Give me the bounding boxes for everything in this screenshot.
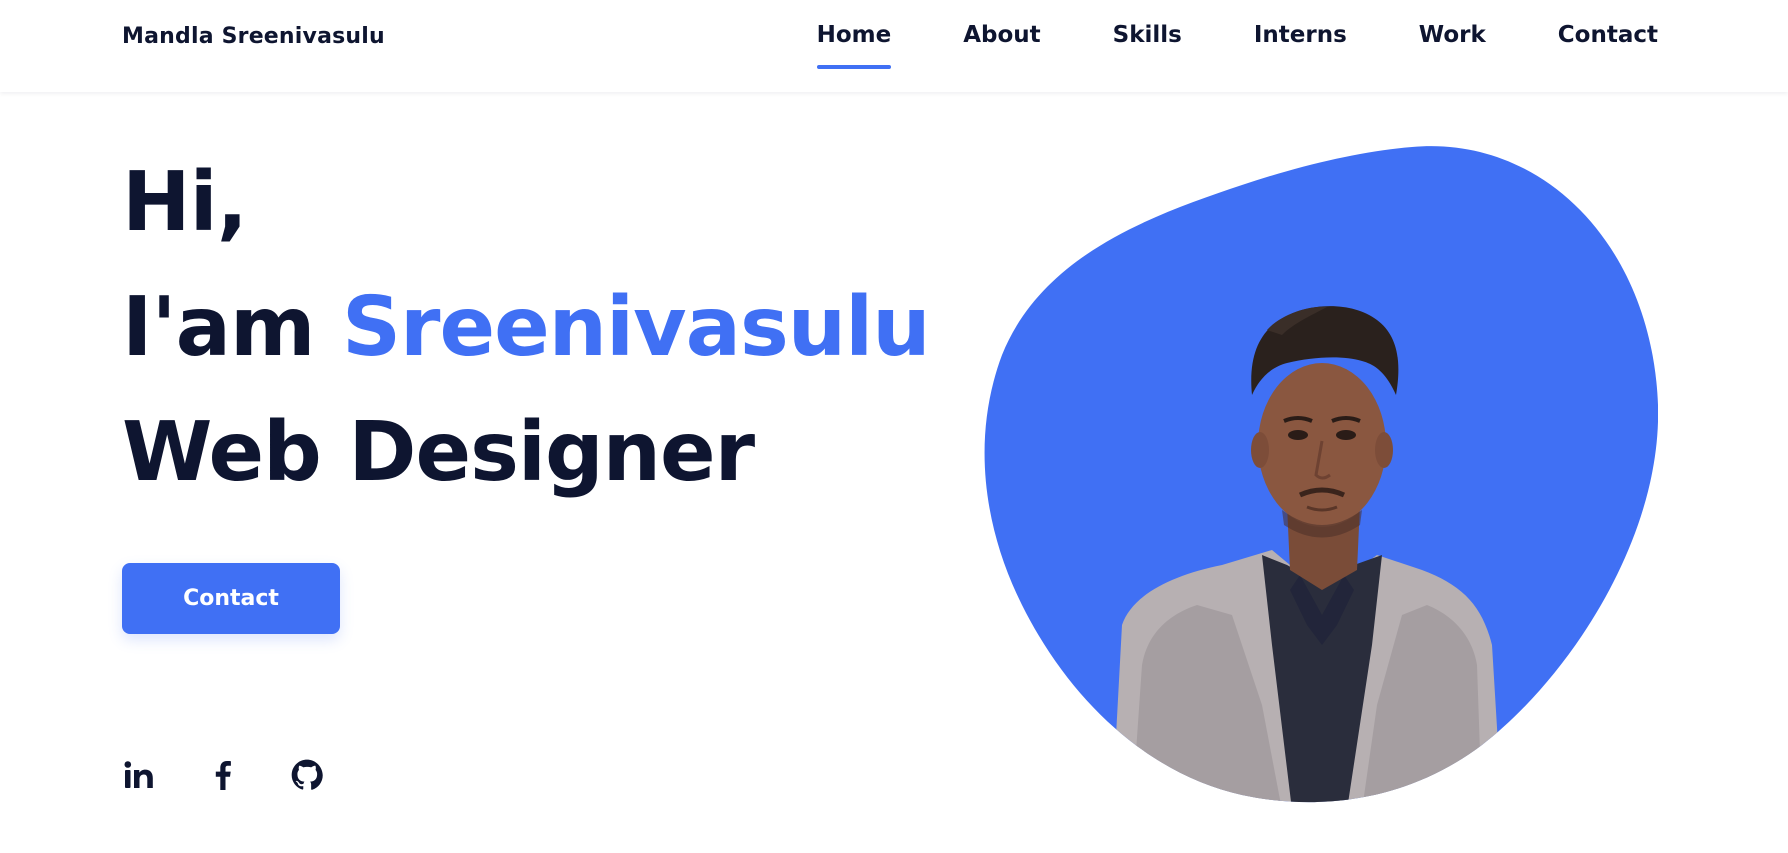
nav-interns[interactable]: Interns: [1254, 22, 1347, 54]
nav-skills[interactable]: Skills: [1113, 22, 1182, 54]
nav-contact[interactable]: Contact: [1558, 22, 1658, 54]
linkedin-icon[interactable]: [122, 758, 156, 792]
main-nav: Home About Skills Interns Work Contact: [816, 22, 1658, 69]
facebook-icon[interactable]: [206, 758, 240, 792]
nav-work[interactable]: Work: [1419, 22, 1486, 54]
nav-about[interactable]: About: [963, 22, 1040, 54]
site-header: Mandla Sreenivasulu Home About Skills In…: [0, 0, 1788, 92]
profile-blob: [982, 145, 1658, 805]
social-links: [122, 758, 374, 792]
hero-heading: Hi, I'am Sreenivasulu Web Designer: [122, 140, 931, 515]
nav-home[interactable]: Home: [816, 22, 891, 69]
hero-name: Sreenivasulu: [341, 280, 931, 375]
hero-intro: I'am Sreenivasulu: [122, 265, 931, 390]
portrait-photo: [984, 146, 1658, 803]
contact-button[interactable]: Contact: [122, 563, 340, 634]
github-icon[interactable]: [290, 758, 324, 792]
hero-role: Web Designer: [122, 405, 755, 500]
site-logo[interactable]: Mandla Sreenivasulu: [122, 24, 385, 49]
hero-intro-prefix: I'am: [122, 280, 342, 375]
hero-greeting: Hi,: [122, 155, 248, 250]
